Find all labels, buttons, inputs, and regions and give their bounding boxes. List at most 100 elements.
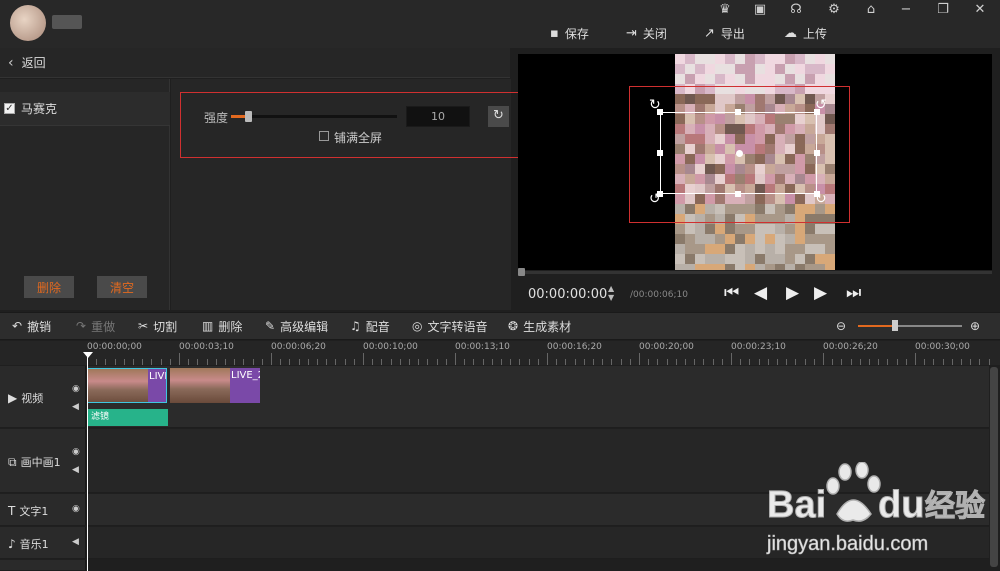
gear-icon[interactable]: ⚙: [824, 2, 844, 18]
total-time: /00:00:06;10: [630, 290, 688, 300]
baidu-watermark-logo: Bai du 经验 jingyan.baidu.com: [765, 461, 995, 562]
mosaic-cell: [795, 254, 805, 264]
generate-button[interactable]: ❂ 生成素材: [508, 318, 571, 334]
delete-effect-button[interactable]: 删除: [24, 276, 74, 298]
mosaic-cell: [675, 64, 685, 74]
speaker-icon[interactable]: ◀: [72, 465, 79, 475]
resize-handle[interactable]: [657, 150, 663, 156]
advanced-edit-button[interactable]: ✎ 高级编辑: [265, 318, 328, 334]
pencil-icon: ✎: [265, 319, 276, 333]
ruler-tick: [667, 359, 668, 365]
rotate-icon[interactable]: ↺: [815, 97, 827, 113]
export-button[interactable]: ↗ 导出: [704, 24, 745, 42]
center-point[interactable]: [736, 150, 743, 157]
tts-button[interactable]: ◎ 文字转语音: [412, 318, 488, 334]
save-button[interactable]: ▪ 保存: [550, 24, 589, 42]
zoom-in-icon[interactable]: ⊕: [970, 318, 980, 334]
avatar[interactable]: [10, 5, 46, 41]
minimize-icon[interactable]: −: [896, 2, 916, 18]
playback-progress[interactable]: [518, 271, 992, 274]
playhead-handle[interactable]: [83, 352, 93, 358]
ruler-tick: [556, 359, 557, 365]
eye-icon[interactable]: ◉: [72, 447, 80, 457]
ruler-tick: [805, 359, 806, 365]
strength-input[interactable]: 10: [406, 106, 470, 127]
ruler-tick: [731, 353, 732, 365]
rotate-icon[interactable]: ↻: [649, 97, 661, 113]
effect-checkbox[interactable]: ✓: [4, 103, 15, 114]
dub-label: 配音: [365, 319, 390, 334]
mosaic-cell: [785, 74, 795, 84]
rotate-icon[interactable]: ↻: [815, 191, 827, 207]
upload-button[interactable]: ☁ 上传: [784, 24, 827, 42]
mosaic-cell: [695, 244, 705, 254]
eye-icon[interactable]: ◉: [72, 504, 80, 514]
skip-end-icon[interactable]: ⏭: [846, 283, 861, 303]
vip-crown-icon[interactable]: ♛: [715, 2, 735, 18]
mosaic-cell: [785, 234, 795, 244]
resize-handle[interactable]: [735, 109, 741, 115]
speaker-icon[interactable]: ◀: [72, 402, 79, 412]
video-clip[interactable]: LIVE: [87, 368, 167, 403]
video-track-label: 视频: [21, 392, 44, 405]
undo-label: 撤销: [27, 319, 52, 334]
ruler-tick: [906, 359, 907, 365]
mosaic-cell: [725, 254, 735, 264]
close-project-button[interactable]: ⇥ 关闭: [626, 24, 667, 42]
tv-icon[interactable]: ▣: [750, 2, 770, 18]
time-stepper-icon[interactable]: ▲ ▼: [608, 284, 614, 302]
play-icon[interactable]: ▶: [786, 283, 799, 303]
ruler-tick: [685, 359, 686, 365]
back-button[interactable]: ‹ 返回: [0, 48, 510, 78]
eye-icon[interactable]: ◉: [72, 384, 80, 394]
mosaic-cell: [795, 234, 805, 244]
close-icon[interactable]: ✕: [970, 2, 990, 18]
dub-button[interactable]: ♫ 配音: [350, 318, 390, 334]
mosaic-cell: [695, 64, 705, 74]
home-icon[interactable]: ⌂: [861, 2, 881, 18]
video-clip[interactable]: LIVE_2: [170, 368, 260, 403]
current-time: 00:00:00:00: [528, 287, 608, 302]
mosaic-cell: [815, 224, 825, 234]
delete-button[interactable]: ▥ 删除: [202, 318, 242, 334]
strength-slider[interactable]: [231, 115, 397, 118]
resize-handle[interactable]: [814, 150, 820, 156]
tts-label: 文字转语音: [427, 319, 488, 334]
playback-progress-handle[interactable]: [518, 268, 525, 276]
ruler-tick: [115, 359, 116, 365]
strength-slider-handle[interactable]: [245, 111, 252, 122]
undo-button[interactable]: ↶ 撤销: [12, 318, 51, 334]
ruler-tick: [869, 359, 870, 365]
step-forward-icon[interactable]: ▶︎: [814, 283, 827, 303]
svg-text:jingyan.baidu.com: jingyan.baidu.com: [766, 533, 928, 555]
ruler-tick: [713, 359, 714, 365]
speaker-icon[interactable]: ◀: [72, 537, 79, 547]
fill-screen-checkbox[interactable]: [319, 131, 329, 141]
mosaic-cell: [745, 74, 755, 84]
step-back-icon[interactable]: ◀︎: [754, 283, 767, 303]
mosaic-cell: [695, 74, 705, 84]
cut-label: 切割: [153, 319, 178, 334]
filter-clip[interactable]: 滤镜: [87, 409, 168, 426]
redo-button[interactable]: ↷ 重做: [76, 318, 115, 334]
headset-icon[interactable]: ☊: [786, 2, 806, 18]
mosaic-cell: [755, 264, 765, 270]
cut-button[interactable]: ✂ 切割: [138, 318, 177, 334]
reset-icon[interactable]: ↻: [488, 106, 509, 127]
mosaic-cell: [785, 64, 795, 74]
ruler-tick: [621, 359, 622, 365]
zoom-out-icon[interactable]: ⊖: [836, 318, 846, 334]
rotate-icon[interactable]: ↺: [649, 191, 661, 207]
ruler-tick: [262, 359, 263, 365]
resize-handle[interactable]: [735, 191, 741, 197]
playhead[interactable]: [87, 352, 88, 571]
ruler-tick: [179, 353, 180, 365]
clear-effects-button[interactable]: 清空: [97, 276, 147, 298]
skip-start-icon[interactable]: ⏮: [724, 283, 739, 303]
mosaic-cell: [775, 254, 785, 264]
effect-item-mosaic[interactable]: ✓ 马赛克: [0, 92, 170, 126]
mosaic-cell: [825, 224, 835, 234]
restore-icon[interactable]: ❐: [933, 2, 953, 18]
zoom-slider-handle[interactable]: [892, 320, 898, 331]
mosaic-cell: [705, 74, 715, 84]
